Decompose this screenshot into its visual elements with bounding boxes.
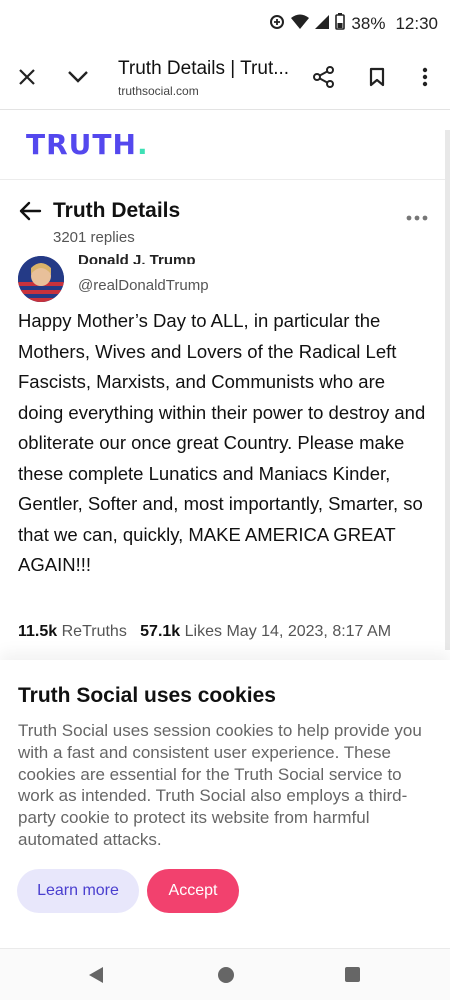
avatar[interactable] [18, 256, 64, 302]
logo-text: TRUTH [26, 128, 137, 161]
site-header: TRUTH. [0, 110, 450, 180]
likes-label: Likes [184, 623, 223, 640]
page-title: Truth Details | Trut... [118, 58, 290, 79]
details-header: Truth Details 3201 replies [0, 190, 450, 250]
cookie-title: Truth Social uses cookies [18, 684, 276, 707]
replies-count: 3201 replies [53, 229, 135, 246]
post-timestamp: May 14, 2023, 8:17 AM [226, 623, 392, 640]
retruths-count: 11.5k [18, 623, 58, 640]
more-options-icon[interactable] [406, 204, 428, 227]
bookmark-icon[interactable] [362, 62, 392, 92]
likes-count: 57.1k [140, 623, 181, 640]
browser-toolbar: Truth Details | Trut... truthsocial.com [0, 48, 450, 110]
post: Donald J. Trump @realDonaldTrump Happy M… [0, 250, 450, 650]
wifi-icon [291, 14, 310, 34]
author-name[interactable]: Donald J. Trump [78, 252, 196, 264]
cookie-banner: Truth Social uses cookies Truth Social u… [0, 660, 450, 948]
more-vert-icon[interactable] [410, 62, 440, 92]
battery-icon [335, 13, 346, 35]
learn-more-button[interactable]: Learn more [17, 869, 139, 913]
retruths-label: ReTruths [61, 623, 127, 640]
recents-square-icon[interactable] [344, 966, 361, 988]
signal-icon [315, 14, 330, 34]
home-circle-icon[interactable] [217, 966, 235, 989]
clock: 12:30 [395, 14, 438, 33]
post-text: Happy Mother’s Day to ALL, in particular… [18, 310, 426, 575]
accept-button[interactable]: Accept [147, 869, 239, 913]
author-handle[interactable]: @realDonaldTrump [78, 277, 209, 294]
status-bar: 38% 12:30 [0, 0, 450, 48]
truth-logo[interactable]: TRUTH. [26, 128, 149, 161]
chevron-down-icon[interactable] [63, 62, 93, 92]
battery-percent: 38% [351, 14, 386, 33]
retruths-stat[interactable]: 11.5k ReTruths [18, 623, 127, 640]
back-triangle-icon[interactable] [87, 966, 105, 989]
close-icon[interactable] [12, 62, 42, 92]
post-stats: 11.5k ReTruths 57.1k Likes May 14, 2023,… [18, 623, 391, 641]
share-icon[interactable] [309, 62, 339, 92]
system-nav-bar [0, 948, 450, 1000]
cookie-body: Truth Social uses session cookies to hel… [18, 721, 422, 849]
logo-dot: . [136, 128, 149, 161]
back-arrow-icon[interactable] [18, 200, 44, 224]
likes-stat[interactable]: 57.1k Likes [140, 623, 222, 640]
page-url: truthsocial.com [118, 84, 199, 98]
data-saver-icon [269, 14, 285, 35]
details-title: Truth Details [53, 199, 181, 222]
status-icons: 38% 12:30 [269, 13, 438, 35]
